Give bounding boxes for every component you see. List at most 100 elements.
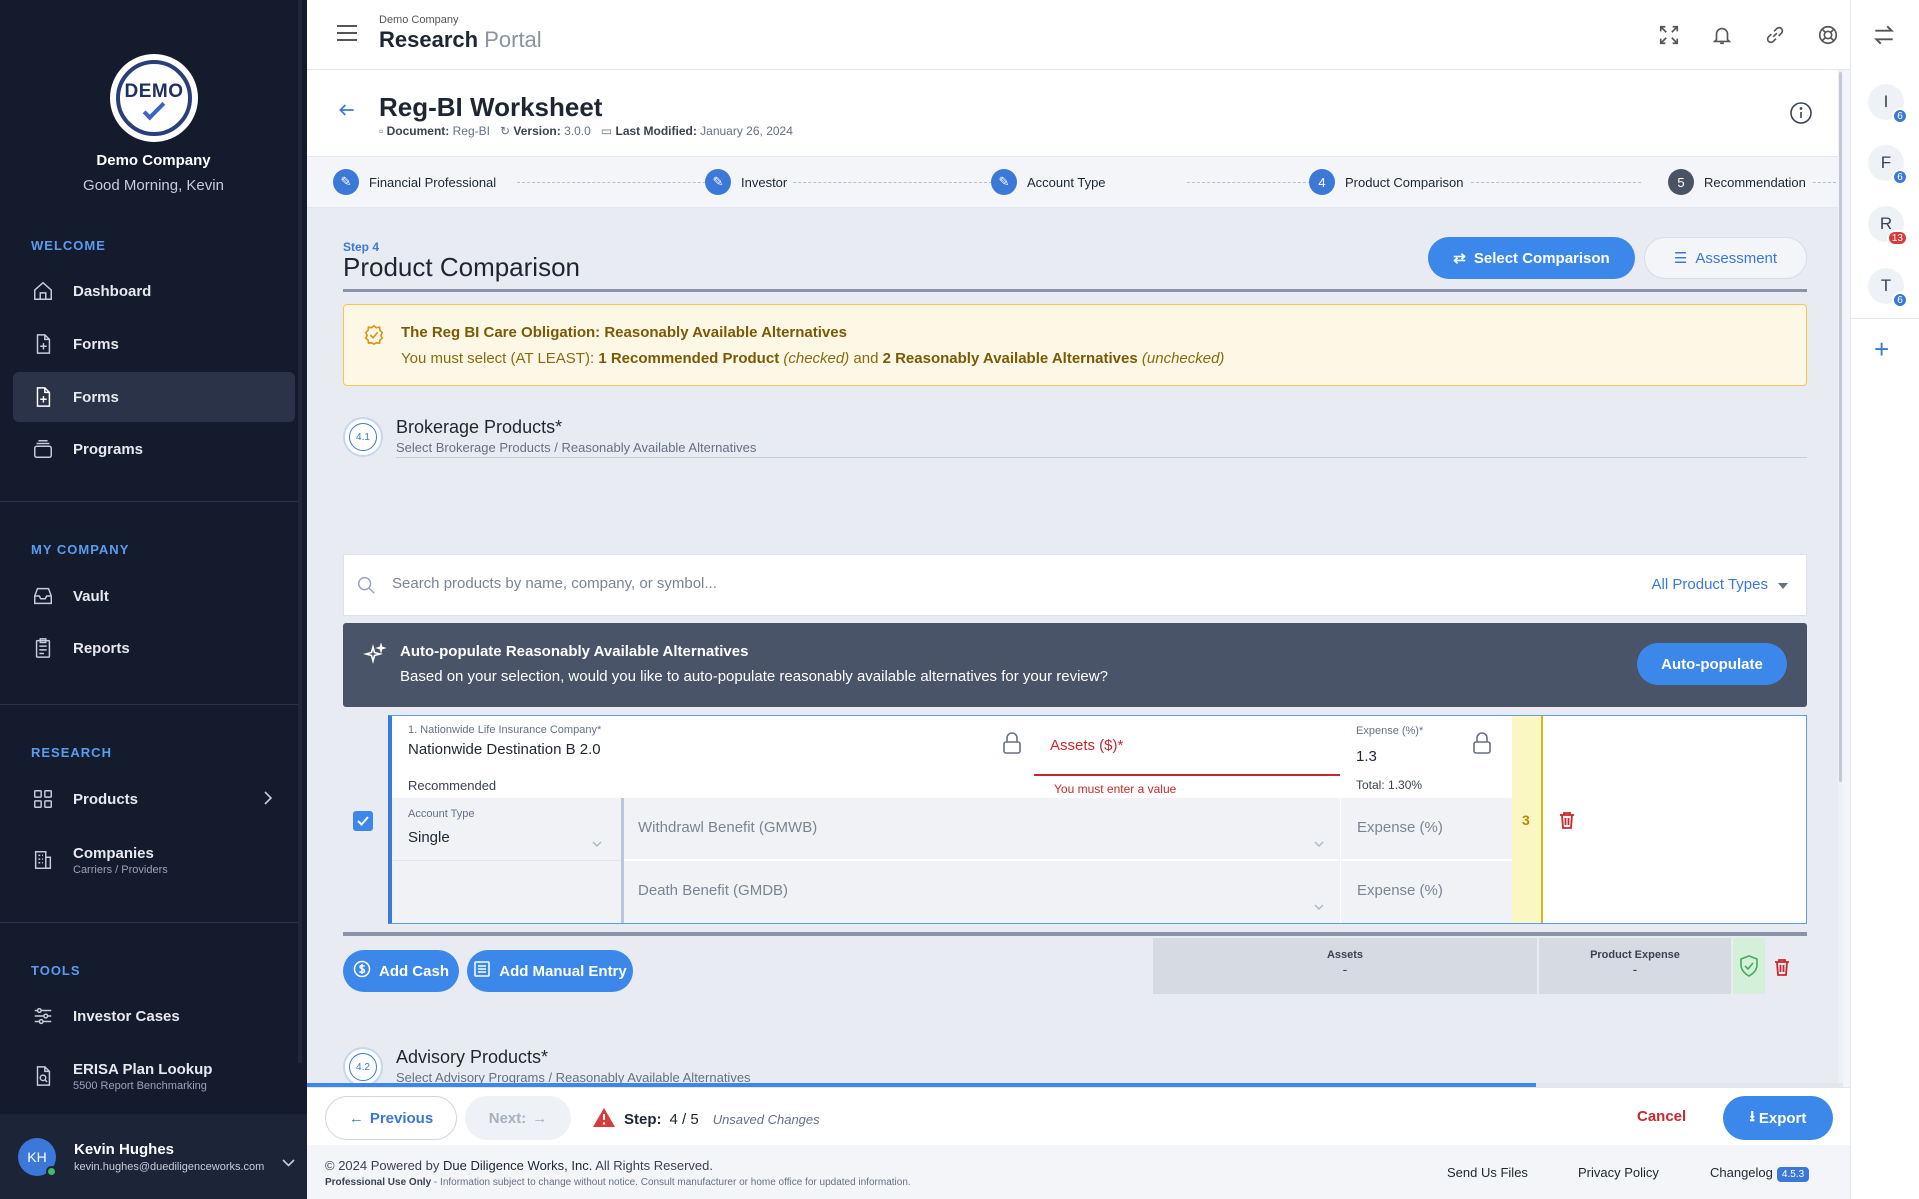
copyright-text: All Rights Reserved. xyxy=(592,1158,713,1173)
sidebar-item-label: Vault xyxy=(73,587,109,605)
copyright: © 2024 Powered by Due Diligence Works, I… xyxy=(325,1158,713,1173)
sidebar-item-vault[interactable]: Vault xyxy=(13,571,295,621)
sidebar-item-products[interactable]: Products xyxy=(13,774,295,824)
fullscreen-icon[interactable] xyxy=(1656,22,1682,48)
privacy-policy-link[interactable]: Privacy Policy xyxy=(1578,1165,1659,1180)
lock-icon[interactable] xyxy=(1472,732,1492,759)
file-plus-icon xyxy=(31,332,55,356)
swap-arrows-icon[interactable] xyxy=(1871,22,1897,53)
stepper: ✎ Financial Professional ✎ Investor ✎ Ac… xyxy=(307,156,1843,208)
hamburger-menu-icon[interactable] xyxy=(337,25,357,46)
page-footer: © 2024 Powered by Due Diligence Works, I… xyxy=(307,1145,1850,1199)
rail-avatar-letter: T xyxy=(1880,276,1892,295)
alert-body: You must select (AT LEAST): 1 Recommende… xyxy=(401,350,1224,367)
info-icon[interactable] xyxy=(1789,101,1813,130)
file-icon: ▫ xyxy=(379,124,384,138)
assessment-button[interactable]: ☰ Assessment xyxy=(1644,237,1807,279)
rail-avatar-i[interactable]: I 6 xyxy=(1868,84,1908,124)
sidebar-divider xyxy=(0,501,298,502)
assets-input[interactable]: Assets ($)* xyxy=(1034,716,1340,776)
gmwb-expense-input[interactable]: Expense (%) xyxy=(1340,798,1512,859)
sidebar-divider xyxy=(0,704,298,705)
sidebar-item-label: Companies xyxy=(73,844,154,862)
add-plus-icon[interactable]: + xyxy=(1874,336,1889,362)
gmdb-placeholder: Death Benefit (GMDB) xyxy=(638,882,789,899)
link-icon[interactable] xyxy=(1762,22,1788,48)
company-link[interactable]: Due Diligence Works, Inc. xyxy=(443,1158,592,1173)
account-type-select[interactable]: Account Type Single xyxy=(392,798,621,923)
lock-icon[interactable] xyxy=(1002,732,1022,759)
score-column: 3 xyxy=(1512,716,1543,923)
main-scrollbar-track[interactable] xyxy=(1838,70,1843,1083)
expense-label: Expense (%)* xyxy=(1356,725,1424,737)
gmwb-select[interactable]: Withdrawl Benefit (GMWB) xyxy=(624,798,1340,859)
chevron-down-icon xyxy=(1314,897,1324,915)
version-label: Version: xyxy=(513,124,561,138)
back-arrow-icon[interactable] xyxy=(337,100,357,125)
help-lifebuoy-icon[interactable] xyxy=(1815,22,1841,48)
product-type-select[interactable]: All Product Types xyxy=(1652,576,1788,593)
select-comparison-button[interactable]: ⇄ Select Comparison xyxy=(1428,237,1635,279)
summary-value: - xyxy=(1632,961,1638,977)
autopopulate-button[interactable]: Auto-populate xyxy=(1637,643,1787,685)
add-manual-entry-button[interactable]: Add Manual Entry xyxy=(467,950,633,992)
step-account-type[interactable]: ✎ Account Type xyxy=(991,169,1112,195)
step-financial-professional[interactable]: ✎ Financial Professional xyxy=(333,169,503,195)
sidebar-item-forms[interactable]: Forms xyxy=(13,319,295,369)
sidebar-item-investor-cases[interactable]: Investor Cases xyxy=(13,991,295,1041)
recommended-checkbox[interactable] xyxy=(353,811,373,831)
cancel-button[interactable]: Cancel xyxy=(1637,1108,1686,1125)
chevron-down-icon xyxy=(1314,834,1324,852)
step-product-comparison[interactable]: 4 Product Comparison xyxy=(1309,169,1470,195)
sidebar-item-erisa[interactable]: ERISA Plan Lookup 5500 Report Benchmarki… xyxy=(13,1049,295,1103)
autopopulate-body: Based on your selection, would you like … xyxy=(400,668,1108,685)
step-recommendation[interactable]: 5 Recommendation xyxy=(1668,169,1812,195)
bell-icon[interactable] xyxy=(1709,22,1735,48)
disclaimer-strong: Professional Use Only xyxy=(325,1177,432,1188)
send-files-link[interactable]: Send Us Files xyxy=(1447,1165,1528,1180)
version-value: 3.0.0 xyxy=(564,124,591,138)
rail-avatar-f[interactable]: F 6 xyxy=(1868,145,1908,185)
modified-value: January 26, 2024 xyxy=(700,124,793,138)
rail-avatar-r[interactable]: R 13 xyxy=(1868,206,1908,246)
layers-icon xyxy=(31,437,55,461)
sidebar-item-forms-active[interactable]: Forms xyxy=(13,372,295,422)
button-label: Add Manual Entry xyxy=(499,962,627,980)
section-title: Advisory Products* xyxy=(396,1047,549,1067)
trash-icon[interactable] xyxy=(1559,811,1575,834)
changelog-link[interactable]: Changelog 4.5.3 xyxy=(1710,1165,1810,1182)
previous-button[interactable]: ← Previous xyxy=(325,1096,457,1140)
doc-label: Document: xyxy=(386,124,450,138)
sidebar-item-reports[interactable]: Reports xyxy=(13,623,295,673)
sidebar-item-companies[interactable]: Companies Carriers / Providers xyxy=(13,833,295,887)
rail-avatar-t[interactable]: T 6 xyxy=(1868,268,1908,308)
alert-text: You must select (AT LEAST): xyxy=(401,350,599,367)
main-scrollbar-thumb[interactable] xyxy=(1839,72,1842,782)
step-investor[interactable]: ✎ Investor xyxy=(705,169,794,195)
document-title: Reg-BI Worksheet xyxy=(379,92,603,122)
top-header: Demo Company Research Portal xyxy=(307,0,1850,70)
step-label: Account Type xyxy=(1027,174,1106,190)
step-connector xyxy=(1471,182,1641,183)
product-name-field[interactable]: 1. Nationwide Life Insurance Company* Na… xyxy=(408,724,601,758)
export-button[interactable]: ⭳ Export xyxy=(1723,1096,1833,1140)
cell-divider xyxy=(392,860,621,861)
expense-field[interactable]: Expense (%)* 1.3 xyxy=(1340,716,1512,776)
product-row: 1. Nationwide Life Insurance Company* Na… xyxy=(388,715,1807,924)
summary-label: Assets xyxy=(1326,949,1364,961)
section-my-company: MY COMPANY xyxy=(31,542,130,557)
gmdb-select[interactable]: Death Benefit (GMDB) xyxy=(624,861,1340,923)
brand-bold: Research xyxy=(379,27,479,52)
doc-info: ▫ Document: Reg-BI xyxy=(379,124,490,138)
gmdb-expense-input[interactable]: Expense (%) xyxy=(1340,861,1512,923)
download-icon: ⭳ xyxy=(1749,1107,1755,1125)
add-cash-button[interactable]: Add Cash xyxy=(343,950,459,992)
search-input[interactable] xyxy=(392,575,1392,592)
avatar: KH xyxy=(18,1137,57,1177)
next-button[interactable]: Next: → xyxy=(465,1096,571,1140)
sidebar-item-dashboard[interactable]: Dashboard xyxy=(13,266,295,316)
sidebar-item-programs[interactable]: Programs xyxy=(13,424,295,474)
trash-icon[interactable] xyxy=(1774,958,1790,981)
user-menu[interactable]: KH Kevin Hughes kevin.hughes@duediligenc… xyxy=(0,1114,307,1199)
right-rail: I 6 F 6 R 13 T 6 + xyxy=(1850,0,1919,1199)
